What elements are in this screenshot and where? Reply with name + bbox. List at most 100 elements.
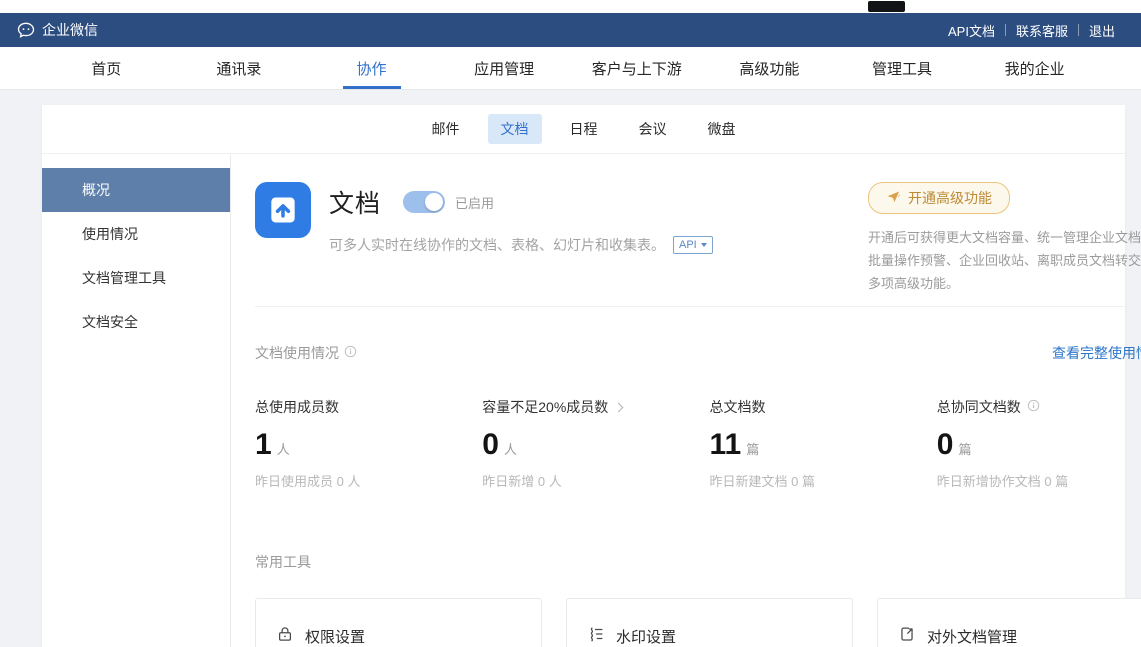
stat-subtext: 昨日新增协作文档 0 篇 bbox=[937, 471, 1141, 490]
stat-label-text: 总使用成员数 bbox=[255, 397, 339, 417]
stat-label-text: 总协同文档数 bbox=[937, 397, 1021, 417]
sidebar-item-doc-tools[interactable]: 文档管理工具 bbox=[42, 256, 230, 300]
stat-number: 11 bbox=[710, 428, 742, 461]
stat-subtext: 昨日新建文档 0 篇 bbox=[710, 471, 937, 490]
card-title: 权限设置 bbox=[305, 626, 365, 647]
app-description: 可多人实时在线协作的文档、表格、幻灯片和收集表。 bbox=[329, 235, 665, 255]
stat-label: 总协同文档数 bbox=[937, 397, 1040, 417]
watermark-icon bbox=[587, 625, 605, 647]
stat-unit: 人 bbox=[277, 442, 290, 457]
app-title-row: 文档 已启用 bbox=[329, 184, 713, 220]
link-contact-support[interactable]: 联系客服 bbox=[1006, 21, 1078, 40]
page-title: 文档 bbox=[329, 184, 381, 220]
usage-stats: 总使用成员数 1人 昨日使用成员 0 人 容量不足20%成员数 0人 昨日新增 … bbox=[255, 397, 1141, 490]
card-permission-settings[interactable]: 权限设置 设置企业内外的访问权限 bbox=[255, 598, 542, 647]
nav-tab-label: 协作 bbox=[357, 58, 387, 79]
info-icon bbox=[1027, 399, 1040, 415]
premium-icon bbox=[886, 189, 901, 207]
nav-tab-management-tools[interactable]: 管理工具 bbox=[836, 47, 969, 89]
nav-tab-contacts[interactable]: 通讯录 bbox=[173, 47, 306, 89]
api-dropdown[interactable]: API bbox=[673, 236, 713, 254]
main-panel: 邮件 文档 日程 会议 微盘 概况 使用情况 文档管理工具 文档安全 bbox=[42, 105, 1125, 647]
stat-value: 0人 bbox=[482, 428, 709, 462]
nav-tab-collaboration[interactable]: 协作 bbox=[305, 47, 438, 89]
nav-tab-advanced-features[interactable]: 高级功能 bbox=[703, 47, 836, 89]
docs-app-icon bbox=[255, 182, 311, 238]
stat-unit: 篇 bbox=[746, 442, 759, 457]
app-header: 文档 已启用 可多人实时在线协作的文档、表格、幻灯片和收集表。 API bbox=[255, 182, 1141, 284]
stat-subtext: 昨日使用成员 0 人 bbox=[255, 471, 482, 490]
card-title: 水印设置 bbox=[616, 626, 676, 647]
stat-unit: 篇 bbox=[958, 442, 971, 457]
upgrade-premium-button[interactable]: 开通高级功能 bbox=[868, 182, 1010, 214]
subnav-tab-docs[interactable]: 文档 bbox=[488, 114, 542, 144]
stat-label-link[interactable]: 容量不足20%成员数 bbox=[482, 397, 622, 417]
nav-tab-home[interactable]: 首页 bbox=[40, 47, 173, 89]
external-doc-icon bbox=[898, 625, 916, 647]
stat-label-text: 总文档数 bbox=[710, 397, 766, 417]
topbar-links: API文档 联系客服 退出 bbox=[938, 21, 1125, 40]
api-label: API bbox=[679, 238, 697, 252]
tool-cards: 权限设置 设置企业内外的访问权限 水印设置 为企业内文档开启水印 bbox=[255, 598, 1141, 647]
subnav-tab-meeting[interactable]: 会议 bbox=[626, 114, 680, 144]
main-nav: 首页 通讯录 协作 应用管理 客户与上下游 高级功能 管理工具 我的企业 bbox=[0, 47, 1141, 90]
premium-description: 开通后可获得更大文档容量、统一管理企业文档、批量操作预警、企业回收站、离职成员文… bbox=[868, 227, 1141, 295]
sub-nav: 邮件 文档 日程 会议 微盘 bbox=[42, 105, 1125, 154]
brand[interactable]: 企业微信 bbox=[16, 20, 98, 40]
toggle-knob bbox=[425, 193, 443, 211]
app-header-text: 文档 已启用 可多人实时在线协作的文档、表格、幻灯片和收集表。 API bbox=[329, 182, 713, 284]
view-full-usage-link[interactable]: 查看完整使用情况 bbox=[1052, 343, 1141, 363]
subnav-tab-mail[interactable]: 邮件 bbox=[419, 114, 473, 144]
stat-total-docs: 总文档数 11 篇 昨日新建文档 0 篇 bbox=[710, 397, 937, 490]
usage-header: 文档使用情况 查看完整使用情况 bbox=[255, 343, 1141, 363]
stat-value: 11 篇 bbox=[710, 428, 937, 462]
stat-collab-docs: 总协同文档数 0篇 昨日新增协作文档 0 篇 bbox=[937, 397, 1141, 490]
card-header: 水印设置 bbox=[587, 625, 832, 647]
content-area: 邮件 文档 日程 会议 微盘 概况 使用情况 文档管理工具 文档安全 bbox=[0, 90, 1141, 647]
stat-unit: 人 bbox=[504, 442, 517, 457]
nav-tab-customers[interactable]: 客户与上下游 bbox=[571, 47, 704, 89]
top-strip bbox=[0, 0, 1141, 13]
card-external-doc-management[interactable]: 对外文档管理 查看和管理允许企业外访问的文档 bbox=[877, 598, 1141, 647]
stat-value: 0篇 bbox=[937, 428, 1141, 462]
card-header: 权限设置 bbox=[276, 625, 521, 647]
stat-number: 0 bbox=[482, 428, 499, 461]
sidebar-item-usage[interactable]: 使用情况 bbox=[42, 212, 230, 256]
stat-number: 1 bbox=[255, 428, 272, 461]
link-api-docs[interactable]: API文档 bbox=[938, 21, 1005, 40]
stat-low-capacity-members: 容量不足20%成员数 0人 昨日新增 0 人 bbox=[482, 397, 709, 490]
browser-artifact bbox=[868, 1, 905, 12]
caret-down-icon bbox=[701, 243, 707, 247]
link-logout[interactable]: 退出 bbox=[1079, 21, 1125, 40]
card-header: 对外文档管理 bbox=[898, 625, 1141, 647]
stat-total-members: 总使用成员数 1人 昨日使用成员 0 人 bbox=[255, 397, 482, 490]
stat-label: 总使用成员数 bbox=[255, 397, 339, 417]
stat-label: 总文档数 bbox=[710, 397, 766, 417]
active-tab-underline bbox=[343, 86, 401, 89]
info-icon bbox=[344, 345, 357, 361]
topbar: 企业微信 API文档 联系客服 退出 bbox=[0, 13, 1141, 47]
card-title: 对外文档管理 bbox=[927, 626, 1017, 647]
nav-tab-my-company[interactable]: 我的企业 bbox=[968, 47, 1101, 89]
divider bbox=[255, 306, 1141, 307]
nav-tab-app-management[interactable]: 应用管理 bbox=[438, 47, 571, 89]
subnav-tab-drive[interactable]: 微盘 bbox=[695, 114, 749, 144]
enable-toggle[interactable] bbox=[403, 191, 445, 213]
usage-title: 文档使用情况 bbox=[255, 343, 357, 363]
subnav-tab-calendar[interactable]: 日程 bbox=[557, 114, 611, 144]
stat-label-text: 容量不足20%成员数 bbox=[482, 397, 608, 417]
premium-section: 开通高级功能 开通后可获得更大文档容量、统一管理企业文档、批量操作预警、企业回收… bbox=[868, 182, 1141, 295]
status-label: 已启用 bbox=[455, 193, 494, 212]
tools-section-title: 常用工具 bbox=[255, 552, 1141, 572]
main-content: 文档 已启用 可多人实时在线协作的文档、表格、幻灯片和收集表。 API bbox=[230, 154, 1141, 647]
panel-body: 概况 使用情况 文档管理工具 文档安全 文档 bbox=[42, 154, 1125, 647]
sidebar: 概况 使用情况 文档管理工具 文档安全 bbox=[42, 154, 230, 647]
lock-icon bbox=[276, 625, 294, 647]
sidebar-item-doc-security[interactable]: 文档安全 bbox=[42, 300, 230, 344]
sidebar-item-overview[interactable]: 概况 bbox=[42, 168, 230, 212]
wecom-logo-icon bbox=[16, 20, 36, 40]
brand-name: 企业微信 bbox=[42, 20, 98, 40]
card-watermark-settings[interactable]: 水印设置 为企业内文档开启水印，数据泄露事件可追 bbox=[566, 598, 853, 647]
premium-button-label: 开通高级功能 bbox=[908, 188, 992, 208]
stat-number: 0 bbox=[937, 428, 954, 461]
